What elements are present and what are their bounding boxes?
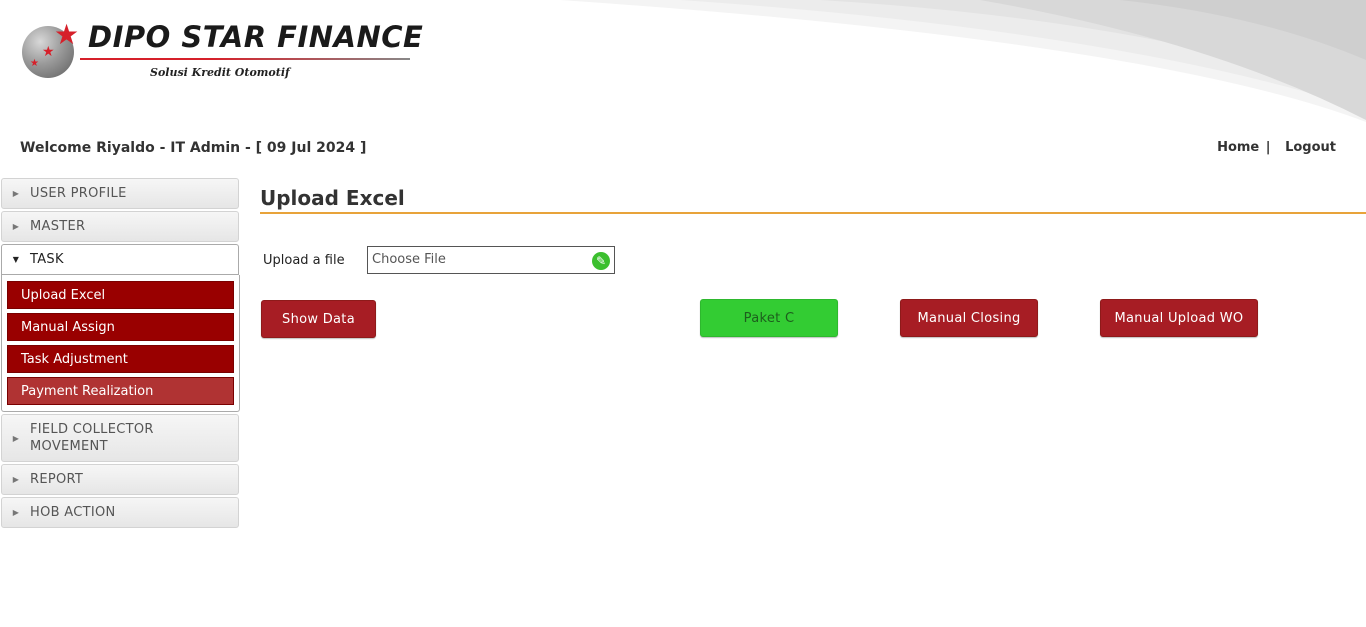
task-submenu: Upload Excel Manual Assign Task Adjustme…	[1, 275, 240, 412]
menu-item-payment-realization[interactable]: Payment Realization	[7, 377, 234, 405]
logo-underline	[80, 58, 410, 60]
file-input[interactable]: Choose File ✎	[367, 246, 615, 274]
file-input-placeholder: Choose File	[372, 252, 446, 267]
upload-label: Upload a file	[263, 252, 345, 268]
logo-star-small-icon: ★	[42, 44, 55, 60]
nav-separator: |	[1265, 140, 1271, 155]
sidebar-menu: ▶ USER PROFILE ▶ MASTER ▼ TASK Upload Ex…	[1, 178, 240, 530]
paket-c-button[interactable]: Paket C	[700, 299, 838, 337]
header: ★ ★ ★ DIPO STAR FINANCE Solusi Kredit Ot…	[0, 0, 1366, 122]
upload-row: Upload a file Choose File ✎	[263, 246, 615, 274]
brand-tagline: Solusi Kredit Otomotif	[150, 66, 290, 79]
paperclip-icon: ✎	[592, 252, 610, 270]
page-title: Upload Excel	[260, 186, 1366, 214]
manual-closing-button[interactable]: Manual Closing	[900, 299, 1038, 337]
triangle-right-icon: ▶	[12, 222, 20, 231]
sidebar-section-label: USER PROFILE	[30, 186, 127, 201]
manual-upload-wo-button[interactable]: Manual Upload WO	[1100, 299, 1258, 337]
sidebar-section-label: TASK	[30, 252, 64, 267]
home-link[interactable]: Home	[1217, 140, 1259, 155]
sidebar-section-field-collector-movement[interactable]: ▶ FIELD COLLECTOR MOVEMENT	[1, 414, 239, 462]
sidebar-section-task[interactable]: ▼ TASK	[1, 244, 239, 275]
triangle-right-icon: ▶	[12, 433, 20, 443]
menu-item-task-adjustment[interactable]: Task Adjustment	[7, 345, 234, 373]
logo-star-small-icon: ★	[30, 58, 39, 69]
show-data-button[interactable]: Show Data	[261, 300, 376, 338]
sidebar-section-label: FIELD COLLECTOR MOVEMENT	[30, 415, 154, 461]
menu-item-upload-excel[interactable]: Upload Excel	[7, 281, 234, 309]
main-content: Upload Excel Upload a file Choose File ✎	[260, 186, 1366, 274]
triangle-right-icon: ▶	[12, 508, 20, 517]
sidebar-section-hob-action[interactable]: ▶ HOB ACTION	[1, 497, 239, 528]
sidebar-section-label: HOB ACTION	[30, 505, 116, 520]
sidebar-section-user-profile[interactable]: ▶ USER PROFILE	[1, 178, 239, 209]
sidebar-section-label: REPORT	[30, 472, 84, 487]
sidebar-section-master[interactable]: ▶ MASTER	[1, 211, 239, 242]
label-line-2: MOVEMENT	[30, 439, 108, 454]
triangle-down-icon: ▼	[12, 255, 20, 264]
label-line-1: FIELD COLLECTOR	[30, 422, 154, 437]
menu-item-manual-assign[interactable]: Manual Assign	[7, 313, 234, 341]
triangle-right-icon: ▶	[12, 189, 20, 198]
logo-star-icon: ★	[54, 18, 80, 51]
welcome-text: Welcome Riyaldo - IT Admin - [ 09 Jul 20…	[20, 140, 367, 156]
logout-link[interactable]: Logout	[1285, 140, 1336, 155]
triangle-right-icon: ▶	[12, 475, 20, 484]
brand-name: DIPO STAR FINANCE	[88, 20, 424, 54]
brand-logo: ★ ★ ★ DIPO STAR FINANCE Solusi Kredit Ot…	[20, 18, 424, 84]
sidebar-section-label: MASTER	[30, 219, 86, 234]
top-nav: Home | Logout	[1217, 140, 1336, 155]
sidebar-section-report[interactable]: ▶ REPORT	[1, 464, 239, 495]
